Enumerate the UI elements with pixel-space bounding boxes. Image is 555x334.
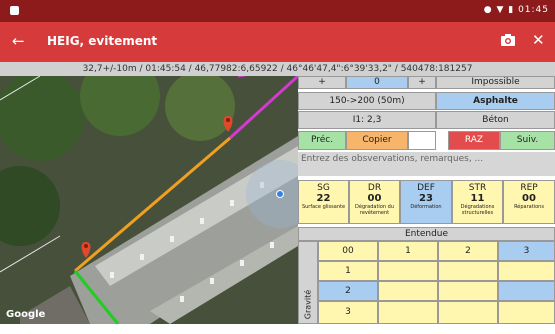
row-header-1[interactable]: 1	[318, 261, 378, 281]
category-def[interactable]: DEF 23 Déformation	[400, 180, 452, 224]
map-attribution: Google	[6, 309, 46, 320]
category-dr[interactable]: DR 00 Dégradation du revêtement	[349, 180, 400, 224]
category-code: DEF	[417, 183, 435, 193]
row-header-2[interactable]: 2	[318, 281, 378, 301]
category-sg[interactable]: SG 22 Surface glissante	[298, 180, 349, 224]
close-icon[interactable]: ✕	[532, 31, 545, 49]
status-bar: ● ▼ ▮ 01:45	[0, 0, 555, 22]
size-selector[interactable]: 150->200 (50m)	[298, 92, 436, 110]
grid-cell[interactable]	[438, 261, 498, 281]
index-selector[interactable]: I1: 2,3	[298, 111, 436, 129]
category-value: 23	[419, 193, 433, 204]
entendue-header: Entendue	[298, 227, 555, 241]
grid-cell-selected[interactable]	[498, 281, 555, 301]
category-value: 11	[470, 193, 485, 204]
material-asphalte-button[interactable]: Asphalte	[436, 92, 555, 110]
category-code: SG	[317, 183, 330, 193]
col-header-00[interactable]: 00	[318, 241, 378, 261]
material-beton-button[interactable]: Béton	[436, 111, 555, 129]
col-header-3[interactable]: 3	[498, 241, 555, 261]
value-field[interactable]: 0	[346, 76, 408, 89]
grid-cell[interactable]	[378, 261, 438, 281]
grid-cell[interactable]	[378, 301, 438, 324]
app-title: HEIG, evitement	[47, 34, 158, 48]
copy-button[interactable]: Copier	[346, 131, 408, 150]
notification-icon	[10, 6, 19, 15]
col-header-1[interactable]: 1	[378, 241, 438, 261]
category-desc: Dégradation du revêtement	[355, 204, 394, 216]
observations-input[interactable]: Entrez des obsvervations, remarques, ...	[298, 152, 555, 176]
category-desc: Déformation	[410, 204, 442, 210]
camera-icon[interactable]	[500, 32, 516, 48]
back-arrow-icon[interactable]: ←	[12, 32, 25, 50]
gravite-label: Gravité	[298, 241, 318, 324]
spacer	[408, 131, 436, 150]
next-button[interactable]: Suiv.	[500, 131, 555, 150]
category-desc: Surface glissante	[301, 204, 346, 210]
app-bar: ← HEIG, evitement ✕	[0, 22, 555, 62]
map-image	[0, 76, 298, 324]
grid-cell[interactable]	[498, 261, 555, 281]
category-code: DR	[367, 183, 382, 193]
category-value: 00	[367, 193, 382, 204]
category-value: 00	[522, 193, 536, 204]
reset-button[interactable]: RAZ	[448, 131, 500, 150]
category-desc: Dégradations structurelles	[460, 204, 495, 216]
category-code: REP	[520, 183, 538, 193]
row-header-3[interactable]: 3	[318, 301, 378, 324]
grid-cell[interactable]	[438, 281, 498, 301]
status-icons: ● ▼ ▮ 01:45	[483, 5, 549, 15]
clock: 01:45	[518, 5, 549, 15]
grid-cell[interactable]	[498, 301, 555, 324]
satellite-map[interactable]: Google	[0, 76, 298, 324]
grid-cell[interactable]	[438, 301, 498, 324]
col-header-2[interactable]: 2	[438, 241, 498, 261]
previous-button[interactable]: Préc.	[298, 131, 346, 150]
category-rep[interactable]: REP 00 Réparations	[503, 180, 555, 224]
category-value: 22	[316, 193, 331, 204]
category-code: STR	[468, 183, 487, 193]
survey-panel: + 0 + Impossible 150->200 (50m) Asphalte…	[298, 76, 555, 324]
grid-cell[interactable]	[378, 281, 438, 301]
increment-button[interactable]: +	[408, 76, 436, 89]
decrement-button[interactable]: +	[298, 76, 346, 89]
category-desc: Réparations	[514, 204, 544, 210]
gravite-text: Gravité	[303, 289, 313, 320]
gps-readout: 32,7+/-10m / 01:45:54 / 46,77982:6,65922…	[0, 62, 555, 77]
category-str[interactable]: STR 11 Dégradations structurelles	[452, 180, 503, 224]
quality-impossible-button[interactable]: Impossible	[436, 76, 555, 89]
